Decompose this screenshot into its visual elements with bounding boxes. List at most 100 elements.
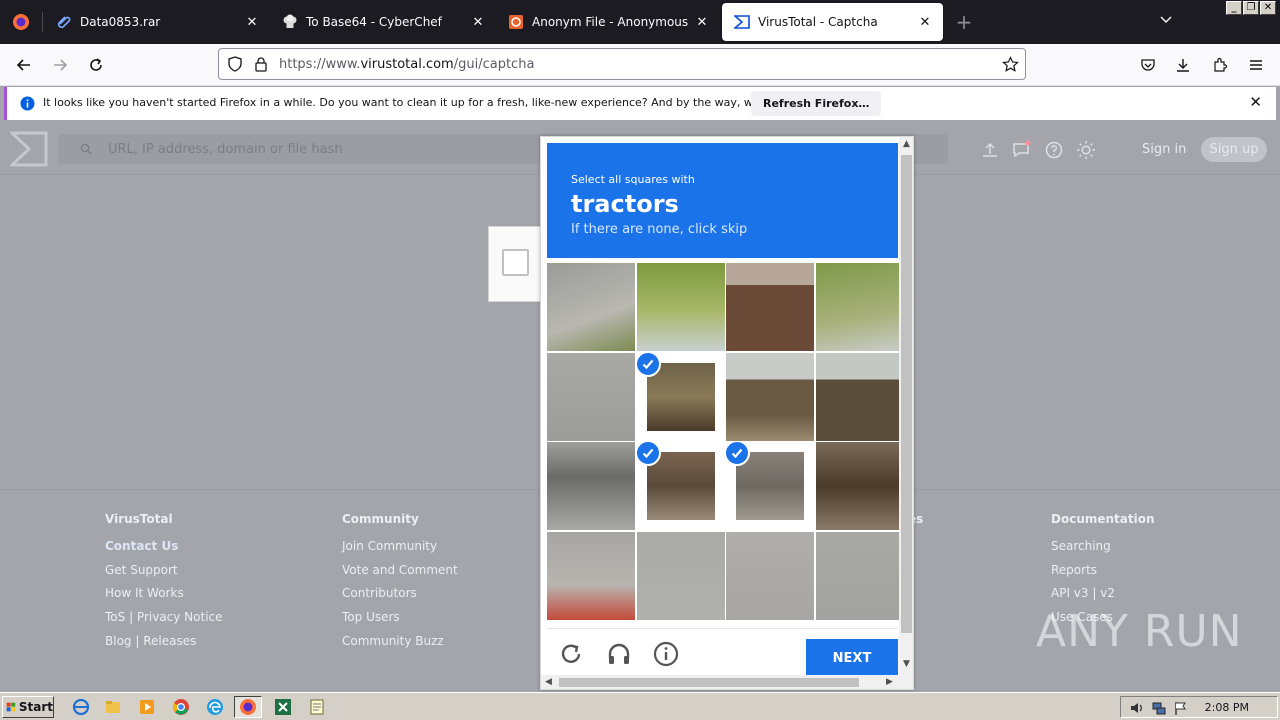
new-tab-button[interactable]: +	[952, 10, 976, 34]
footer-link[interactable]: ToS | Privacy Notice	[105, 610, 223, 634]
captcha-tile[interactable]	[547, 352, 635, 441]
scroll-left-arrow-icon[interactable]: ◀	[541, 677, 556, 687]
footer-link[interactable]: Contact Us	[105, 539, 223, 563]
close-icon[interactable]: ✕	[240, 15, 264, 30]
close-window-button[interactable]: ✕	[1260, 1, 1276, 15]
bookmark-star-icon[interactable]	[1002, 56, 1019, 73]
sign-in-link[interactable]: Sign in	[1142, 142, 1186, 157]
back-arrow-icon[interactable]	[10, 51, 38, 79]
scrollbar-thumb[interactable]	[901, 155, 912, 633]
captcha-tile[interactable]	[726, 263, 814, 351]
notepad-icon[interactable]	[308, 698, 326, 716]
footer-link[interactable]: Community Buzz	[342, 634, 458, 658]
captcha-instruction: Select all squares with	[571, 173, 695, 186]
captcha-tile[interactable]	[547, 531, 635, 620]
url-bar[interactable]: https://www.virustotal.com/gui/captcha	[218, 48, 1026, 80]
info-icon[interactable]	[653, 641, 679, 667]
hcaptcha-challenge: Select all squares with tractors If ther…	[540, 136, 914, 690]
refresh-icon[interactable]	[558, 641, 584, 667]
file-explorer-icon[interactable]	[104, 698, 122, 716]
media-player-icon[interactable]	[138, 698, 156, 716]
captcha-tile[interactable]	[547, 442, 635, 530]
tab-anonym-file[interactable]: Anonym File - Anonymous File Uplo ✕	[496, 0, 720, 44]
window-controls: _ ❐ ✕	[1226, 1, 1276, 15]
pocket-icon[interactable]	[1134, 51, 1162, 79]
vertical-scrollbar[interactable]: ▲ ▼	[899, 137, 913, 675]
upload-icon[interactable]	[980, 140, 1000, 160]
tab-title: Data0853.rar	[80, 15, 161, 29]
excel-icon[interactable]	[274, 698, 292, 716]
footer-link[interactable]: How It Works	[105, 586, 223, 610]
help-icon[interactable]	[1044, 140, 1064, 160]
start-button[interactable]: Start	[2, 696, 54, 718]
captcha-tile[interactable]	[815, 442, 904, 530]
captcha-tile-image	[636, 263, 725, 351]
shield-icon[interactable]	[227, 56, 243, 72]
firefox-icon[interactable]	[239, 698, 257, 716]
theme-sun-icon[interactable]	[1076, 140, 1096, 160]
extensions-icon[interactable]	[1206, 51, 1234, 79]
downloads-icon[interactable]	[1169, 51, 1197, 79]
captcha-tile[interactable]	[815, 352, 904, 441]
tab-virustotal-captcha[interactable]: VirusTotal - Captcha ✕	[722, 3, 943, 41]
captcha-image-grid	[547, 263, 904, 621]
captcha-tile-image	[547, 352, 635, 441]
sign-up-button[interactable]: Sign up	[1201, 137, 1267, 162]
chrome-icon[interactable]	[172, 698, 190, 716]
hamburger-menu-icon[interactable]	[1242, 51, 1270, 79]
volume-icon[interactable]	[1129, 700, 1145, 716]
tab-data0853[interactable]: Data0853.rar ✕	[44, 0, 270, 44]
next-button[interactable]: NEXT	[806, 639, 898, 679]
footer-link[interactable]: Blog | Releases	[105, 634, 223, 658]
horizontal-scrollbar[interactable]: ◀ ▶	[541, 675, 913, 689]
close-icon[interactable]: ✕	[913, 15, 937, 30]
scrollbar-thumb[interactable]	[559, 678, 859, 687]
footer-link[interactable]: Top Users	[342, 610, 458, 634]
footer-link[interactable]: Searching	[1051, 539, 1155, 563]
reload-icon[interactable]	[82, 51, 110, 79]
captcha-hint: If there are none, click skip	[571, 222, 748, 237]
captcha-tile[interactable]	[547, 263, 635, 351]
footer-link[interactable]: Get Support	[105, 563, 223, 587]
captcha-checkbox[interactable]	[502, 249, 529, 276]
close-icon[interactable]: ✕	[690, 15, 714, 30]
scroll-up-arrow-icon[interactable]: ▲	[899, 139, 913, 149]
minimize-button[interactable]: _	[1226, 1, 1242, 15]
virustotal-logo-icon[interactable]	[10, 131, 48, 167]
captcha-checkbox-card	[488, 226, 544, 302]
notifications-icon[interactable]	[1011, 140, 1031, 160]
captcha-tile[interactable]	[636, 531, 725, 620]
refresh-firefox-button[interactable]: Refresh Firefox…	[751, 91, 882, 116]
edge-icon[interactable]	[206, 698, 224, 716]
network-icon[interactable]	[1151, 700, 1167, 716]
captcha-tile[interactable]	[726, 352, 814, 441]
action-center-flag-icon[interactable]	[1173, 700, 1189, 716]
scroll-down-arrow-icon[interactable]: ▼	[899, 659, 913, 669]
captcha-tile[interactable]	[815, 263, 904, 351]
close-icon[interactable]: ✕	[466, 15, 490, 30]
captcha-tile[interactable]	[636, 263, 725, 351]
tab-list-chevron-icon[interactable]	[1155, 12, 1177, 32]
captcha-tile[interactable]	[726, 531, 814, 620]
footer-link[interactable]: Join Community	[342, 539, 458, 563]
footer-link[interactable]: Reports	[1051, 563, 1155, 587]
anyrun-watermark: ANY RUN	[1036, 606, 1243, 657]
captcha-footer: NEXT	[547, 628, 898, 679]
captcha-tile[interactable]	[636, 352, 725, 441]
footer-link[interactable]: Vote and Comment	[342, 563, 458, 587]
captcha-tile[interactable]	[815, 531, 904, 620]
navigation-bar: https://www.virustotal.com/gui/captcha	[0, 44, 1280, 86]
lock-icon[interactable]	[253, 56, 269, 72]
captcha-tile[interactable]	[726, 442, 814, 530]
firefox-icon[interactable]	[0, 0, 42, 44]
close-icon[interactable]: ✕	[1249, 93, 1262, 111]
footer-link[interactable]: Contributors	[342, 586, 458, 610]
url-text[interactable]: https://www.virustotal.com/gui/captcha	[279, 57, 534, 72]
audio-headphones-icon[interactable]	[606, 641, 632, 667]
scroll-right-arrow-icon[interactable]: ▶	[882, 677, 897, 687]
captcha-tile[interactable]	[636, 442, 725, 530]
internet-explorer-icon[interactable]	[72, 698, 90, 716]
tab-cyberchef[interactable]: To Base64 - CyberChef ✕	[270, 0, 496, 44]
restore-button[interactable]: ❐	[1243, 1, 1259, 15]
forward-arrow-icon[interactable]	[46, 51, 74, 79]
